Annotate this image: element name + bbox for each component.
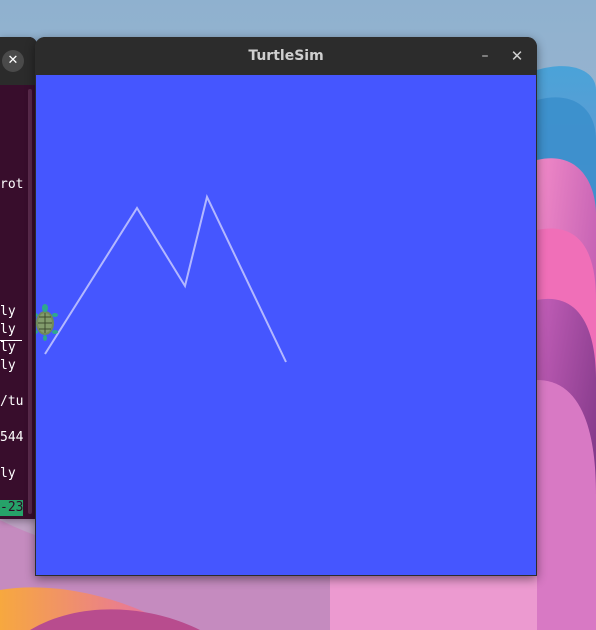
terminal-highlighted-text: -23 bbox=[0, 500, 23, 516]
terminal-scrollbar[interactable] bbox=[28, 89, 32, 514]
terminal-line: ly bbox=[0, 340, 16, 355]
close-icon[interactable]: ✕ bbox=[2, 50, 24, 72]
terminal-line: /tu bbox=[0, 394, 24, 409]
minimize-icon[interactable]: – bbox=[475, 46, 495, 66]
desktop: ✕ rot ly ly ly ly /tu 544 ly -23 TurtleS… bbox=[0, 0, 596, 630]
terminal-line: ly bbox=[0, 358, 16, 373]
turtlesim-titlebar[interactable]: TurtleSim – ✕ bbox=[35, 37, 537, 75]
terminal-line: ly bbox=[0, 304, 16, 319]
turtlesim-drawing bbox=[36, 75, 536, 575]
terminal-line: rot bbox=[0, 177, 24, 192]
close-icon[interactable]: ✕ bbox=[507, 46, 527, 66]
terminal-line: ly bbox=[0, 466, 16, 481]
terminal-titlebar[interactable]: ✕ bbox=[0, 37, 37, 85]
terminal-line: ly bbox=[0, 322, 16, 337]
canvas-background bbox=[36, 75, 536, 575]
terminal-window[interactable]: ✕ rot ly ly ly ly /tu 544 ly -23 bbox=[0, 37, 37, 519]
window-title: TurtleSim bbox=[248, 48, 324, 64]
terminal-line: 544 bbox=[0, 430, 24, 445]
turtlesim-canvas[interactable] bbox=[36, 75, 536, 575]
turtlesim-window[interactable]: TurtleSim – ✕ bbox=[35, 37, 537, 576]
